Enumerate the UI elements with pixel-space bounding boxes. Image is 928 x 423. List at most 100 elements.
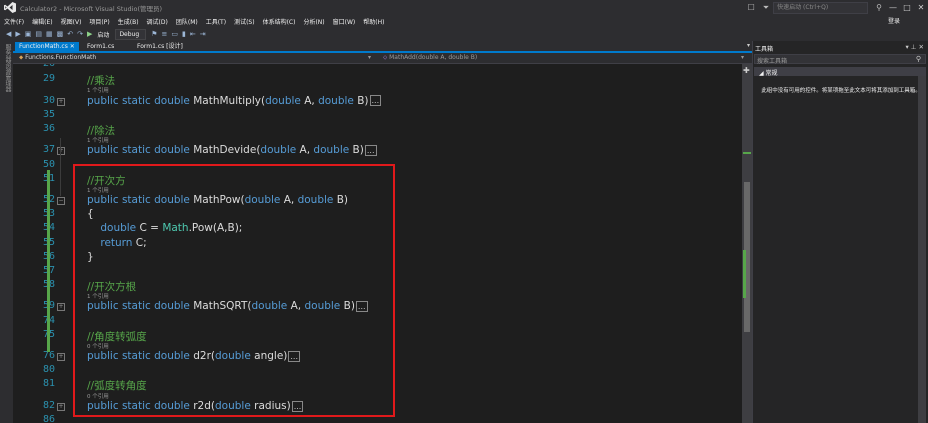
visual-studio-logo-icon	[4, 2, 16, 13]
server-explorer-tab[interactable]: 服务器资源管理器	[3, 44, 12, 92]
line-number: 30	[42, 94, 55, 106]
navigation-bar: ⬥ Functions.FunctionMath ▾ ⬦ MathAdd(dou…	[13, 53, 752, 64]
menu-edit[interactable]: 编辑(E)	[28, 17, 56, 26]
tab-close-icon[interactable]: ✕	[70, 43, 75, 50]
keyword: public	[87, 144, 122, 157]
format-icon[interactable]: ≡	[161, 30, 167, 38]
configuration-select[interactable]: Debug	[115, 28, 147, 40]
reference-count[interactable]: 1 个引用	[87, 136, 109, 144]
keyword: double	[260, 144, 297, 157]
parameter-text: B)	[349, 144, 364, 157]
undo-icon[interactable]: ↶	[67, 30, 73, 38]
chevron-down-icon[interactable]: ▾	[741, 54, 744, 61]
line-number: 81	[42, 378, 55, 390]
member-selector[interactable]: ⬦ MathAdd(double A, double B)	[383, 54, 477, 62]
menu-build[interactable]: 生成(B)	[114, 17, 143, 26]
search-icon[interactable]: ⚲	[916, 55, 921, 63]
keyword: double	[265, 94, 301, 107]
method-signature: public static double MathDevide(double A…	[87, 144, 377, 156]
line-number: 55	[27, 237, 55, 248]
start-icon[interactable]: ▶	[87, 30, 92, 38]
collapsed-region[interactable]: ...	[369, 95, 382, 107]
comment-icon[interactable]: ▭	[171, 30, 178, 38]
save-icon[interactable]: ▦	[46, 30, 53, 38]
minimize-button[interactable]: —	[886, 3, 900, 12]
parameter-text: A,	[300, 94, 319, 107]
parameter-text: B)	[353, 94, 369, 107]
search-icon[interactable]: ⚲	[876, 3, 882, 12]
class-selector-label: Functions.FunctionMath	[25, 54, 97, 61]
menu-architecture[interactable]: 体系结构(C)	[259, 17, 300, 26]
bookmark-next-icon[interactable]: ⇥	[200, 30, 206, 38]
keyword: double	[154, 94, 194, 107]
line-number: 53	[27, 208, 55, 219]
menu-debug[interactable]: 调试(D)	[143, 17, 172, 26]
collapsed-region[interactable]: ...	[364, 144, 377, 156]
member-selector-label: MathAdd(double A, double B)	[389, 54, 478, 61]
maximize-button[interactable]: □	[900, 3, 914, 12]
feedback-icon[interactable]: ☐	[748, 3, 755, 12]
line-number: 54	[27, 222, 55, 233]
method-signature: public static double MathMultiply(double…	[87, 94, 382, 107]
close-icon[interactable]: ✕	[919, 43, 924, 51]
tab-form1-design[interactable]: Form1.cs [设计]	[133, 42, 187, 52]
start-button-label[interactable]: 启动	[97, 30, 109, 39]
expand-icon[interactable]: +	[57, 97, 65, 106]
highlight-box	[73, 164, 395, 417]
toolbox-group-label[interactable]: ◢ 常规	[759, 68, 778, 77]
login-link[interactable]: 登录	[888, 16, 900, 25]
title-bar-controls: ☐ ⏷ 快速启动 (Ctrl+Q) ⚲ — □ ✕	[744, 0, 928, 15]
back-icon[interactable]: ◀	[6, 30, 11, 38]
keyword: static	[121, 144, 155, 157]
tab-form1[interactable]: Form1.cs	[83, 42, 118, 52]
line-number: 56	[27, 251, 55, 262]
expand-icon[interactable]: +	[57, 303, 65, 312]
line-number: 37	[42, 144, 55, 156]
menu-file[interactable]: 文件(F)	[0, 17, 28, 26]
split-icon[interactable]: ✚	[743, 66, 750, 75]
toolbox-scrollbar[interactable]	[918, 76, 926, 423]
expand-icon[interactable]: +	[57, 403, 65, 411]
tab-label: FunctionMath.cs	[19, 43, 68, 50]
keyword: double	[154, 144, 194, 157]
menu-project[interactable]: 项目(P)	[85, 17, 113, 26]
line-number: 58	[27, 279, 55, 290]
save-all-icon[interactable]: ▩	[57, 30, 64, 38]
menu-analyze[interactable]: 分析(N)	[299, 17, 328, 26]
dropdown-icon[interactable]: ▾	[905, 43, 908, 51]
chevron-down-icon[interactable]: ▾	[368, 54, 371, 61]
collapse-icon[interactable]: −	[57, 197, 65, 206]
attach-icon[interactable]: ⚑	[151, 30, 157, 38]
keyword: static	[121, 94, 155, 107]
menu-tools[interactable]: 工具(T)	[202, 17, 230, 26]
expand-icon[interactable]: +	[57, 353, 65, 362]
toolbox-group-header[interactable]	[754, 67, 926, 76]
menu-window[interactable]: 窗口(W)	[329, 17, 360, 26]
filter-icon[interactable]: ⏷	[763, 3, 769, 13]
tab-dropdown-icon[interactable]: ▾	[747, 42, 750, 49]
menu-help[interactable]: 帮助(H)	[359, 17, 388, 26]
new-project-icon[interactable]: ▣	[25, 30, 32, 38]
menu-bar: 文件(F) 编辑(E) 视图(V) 项目(P) 生成(B) 调试(D) 团队(M…	[0, 15, 928, 27]
reference-count[interactable]: 1 个引用	[87, 86, 109, 94]
close-button[interactable]: ✕	[914, 3, 928, 12]
menu-view[interactable]: 视图(V)	[57, 17, 86, 26]
keyword: double	[313, 144, 350, 157]
menu-team[interactable]: 团队(M)	[172, 17, 202, 26]
bookmark-prev-icon[interactable]: ⇤	[190, 30, 196, 38]
bookmark-icon[interactable]: ▮	[182, 30, 186, 38]
pin-icon[interactable]: ⊥	[911, 43, 917, 51]
forward-icon[interactable]: ▶	[15, 30, 20, 38]
line-number: 35	[42, 108, 55, 120]
menu-test[interactable]: 测试(S)	[230, 17, 259, 26]
class-selector[interactable]: ⬥ Functions.FunctionMath	[19, 54, 96, 62]
open-icon[interactable]: ▤	[35, 30, 42, 38]
tab-functionmath[interactable]: FunctionMath.cs ✕	[15, 42, 79, 52]
quick-launch-input[interactable]: 快速启动 (Ctrl+Q)	[773, 1, 869, 14]
line-number: 57	[27, 265, 55, 276]
toolbox-group-name: 常规	[765, 70, 778, 77]
window-title: Calculator2 - Microsoft Visual Studio(管理…	[20, 5, 163, 13]
expand-icon[interactable]: +	[57, 147, 65, 156]
line-number: 82	[42, 400, 55, 411]
redo-icon[interactable]: ↷	[77, 30, 83, 38]
